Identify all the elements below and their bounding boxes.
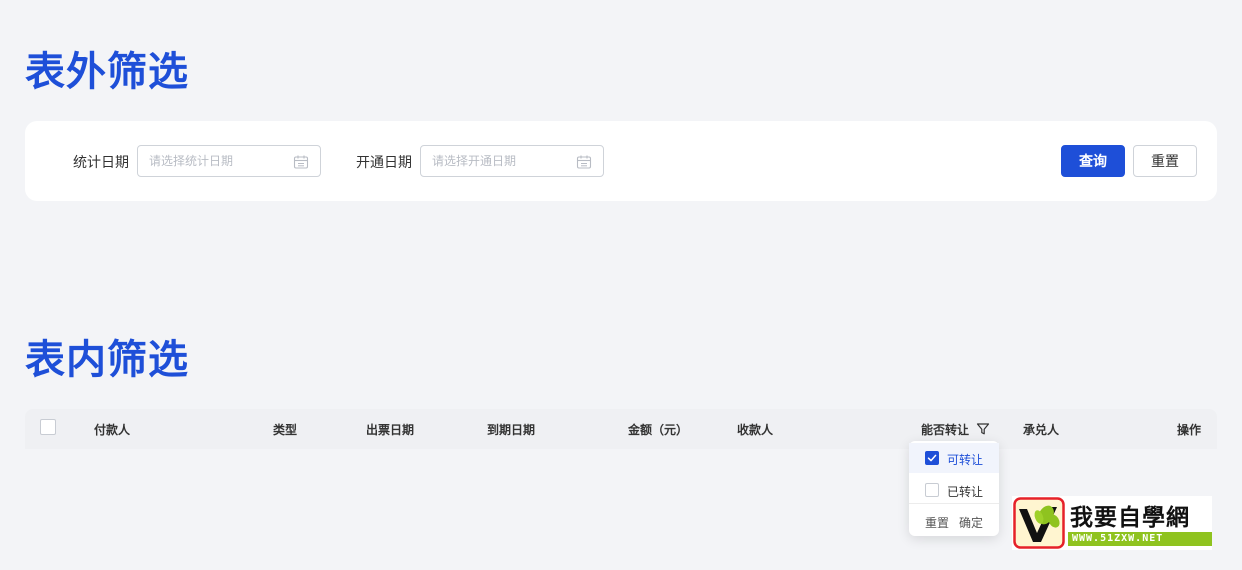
table-header: 付款人 类型 出票日期 到期日期 金额（元） 收款人 能否转让 承兑人 操作 xyxy=(25,409,1217,449)
reset-button[interactable]: 重置 xyxy=(1133,145,1197,177)
inner-filter-title: 表内筛选 xyxy=(25,337,189,383)
transfer-filter-dropdown: 可转让 已转让 重置 确定 xyxy=(909,441,999,536)
site-watermark: 我要自學網 WWW.51ZXW.NET xyxy=(1012,496,1212,550)
stat-date-picker[interactable] xyxy=(137,145,321,177)
calendar-icon[interactable] xyxy=(576,154,592,170)
watermark-site-name: 我要自學網 xyxy=(1070,505,1190,531)
open-date-label: 开通日期 xyxy=(356,155,412,171)
filter-form-card: 统计日期 开通日期 查询 重置 xyxy=(25,121,1217,201)
outer-filter-title: 表外筛选 xyxy=(25,49,189,95)
option-checkbox-checked[interactable] xyxy=(925,451,939,465)
checkmark-icon xyxy=(927,454,937,462)
watermark-url-bar: WWW.51ZXW.NET xyxy=(1068,532,1212,546)
filter-option-label: 可转让 xyxy=(947,453,984,467)
option-checkbox[interactable] xyxy=(925,483,939,497)
filter-option-label: 已转让 xyxy=(947,485,984,499)
select-all-checkbox[interactable] xyxy=(40,419,56,435)
open-date-picker[interactable] xyxy=(420,145,604,177)
filter-reset-link[interactable]: 重置 xyxy=(925,514,949,531)
stat-date-label: 统计日期 xyxy=(73,155,129,171)
column-header-acceptor: 承兑人 xyxy=(1023,423,1060,437)
filter-option-transferable[interactable]: 可转让 xyxy=(909,443,999,473)
filter-funnel-icon[interactable] xyxy=(976,422,990,436)
column-header-issue-date: 出票日期 xyxy=(366,423,415,437)
column-header-due-date: 到期日期 xyxy=(487,423,536,437)
open-date-input[interactable] xyxy=(432,153,572,169)
query-button[interactable]: 查询 xyxy=(1061,145,1125,177)
stat-date-input[interactable] xyxy=(149,153,289,169)
column-header-transferable: 能否转让 xyxy=(921,423,970,437)
column-header-type: 类型 xyxy=(273,423,298,437)
filter-confirm-link[interactable]: 确定 xyxy=(959,514,983,531)
leaf-v-logo xyxy=(1013,497,1065,549)
dropdown-divider xyxy=(909,503,999,504)
column-header-payer: 付款人 xyxy=(94,423,131,437)
watermark-url: WWW.51ZXW.NET xyxy=(1072,533,1164,544)
calendar-icon[interactable] xyxy=(293,154,309,170)
column-header-actions: 操作 xyxy=(1177,423,1202,437)
column-header-amount: 金额（元） xyxy=(628,423,689,437)
filter-option-transferred[interactable]: 已转让 xyxy=(909,475,999,505)
column-header-payee: 收款人 xyxy=(737,423,774,437)
